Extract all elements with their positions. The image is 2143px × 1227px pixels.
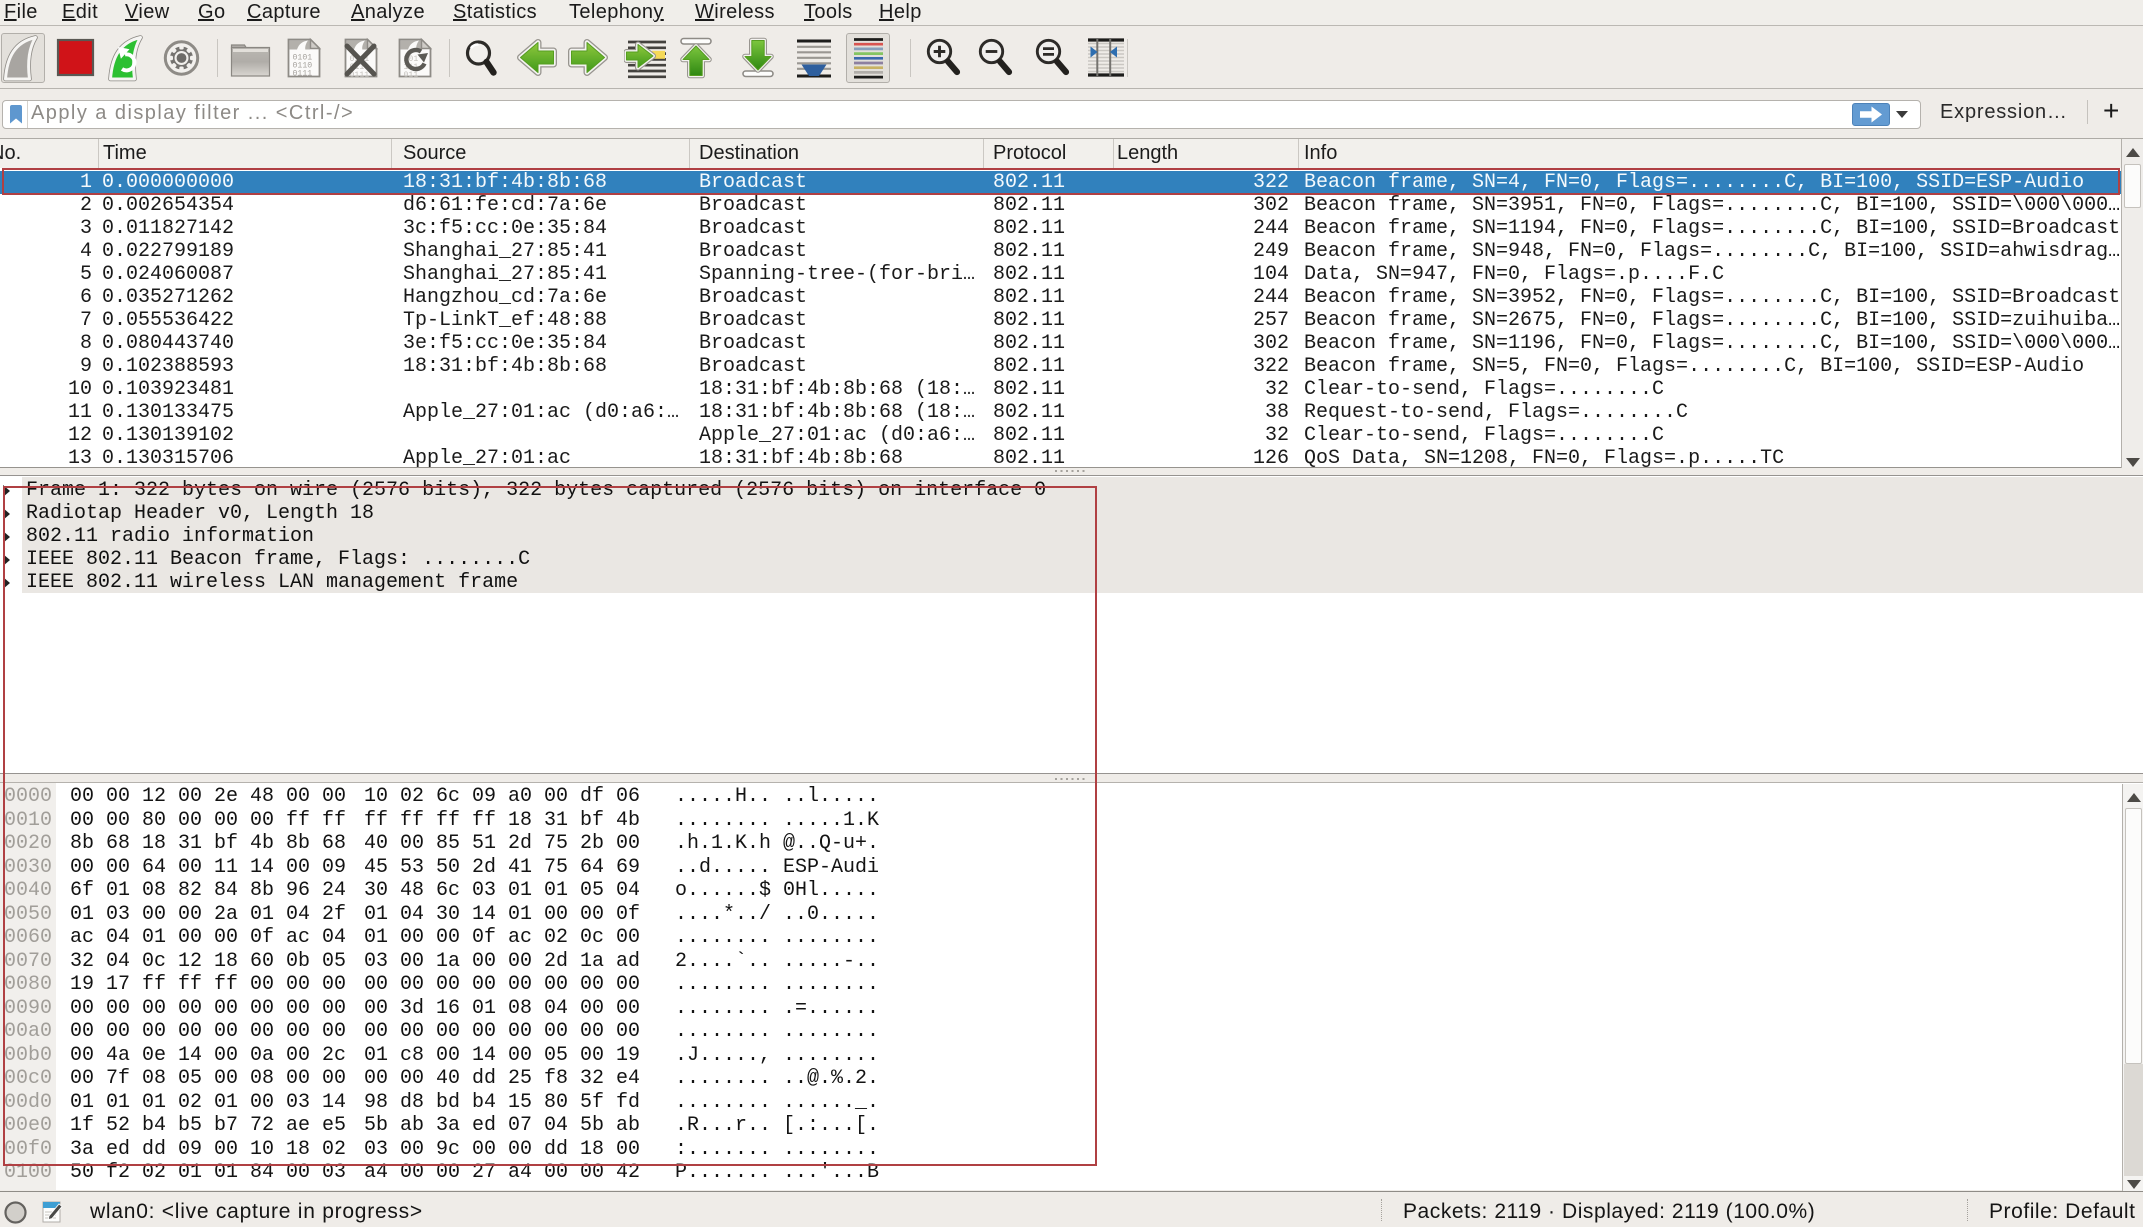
svg-text:0111: 0111 (350, 71, 370, 80)
svg-text:0111: 0111 (293, 70, 313, 79)
svg-text:011: 011 (404, 71, 419, 80)
